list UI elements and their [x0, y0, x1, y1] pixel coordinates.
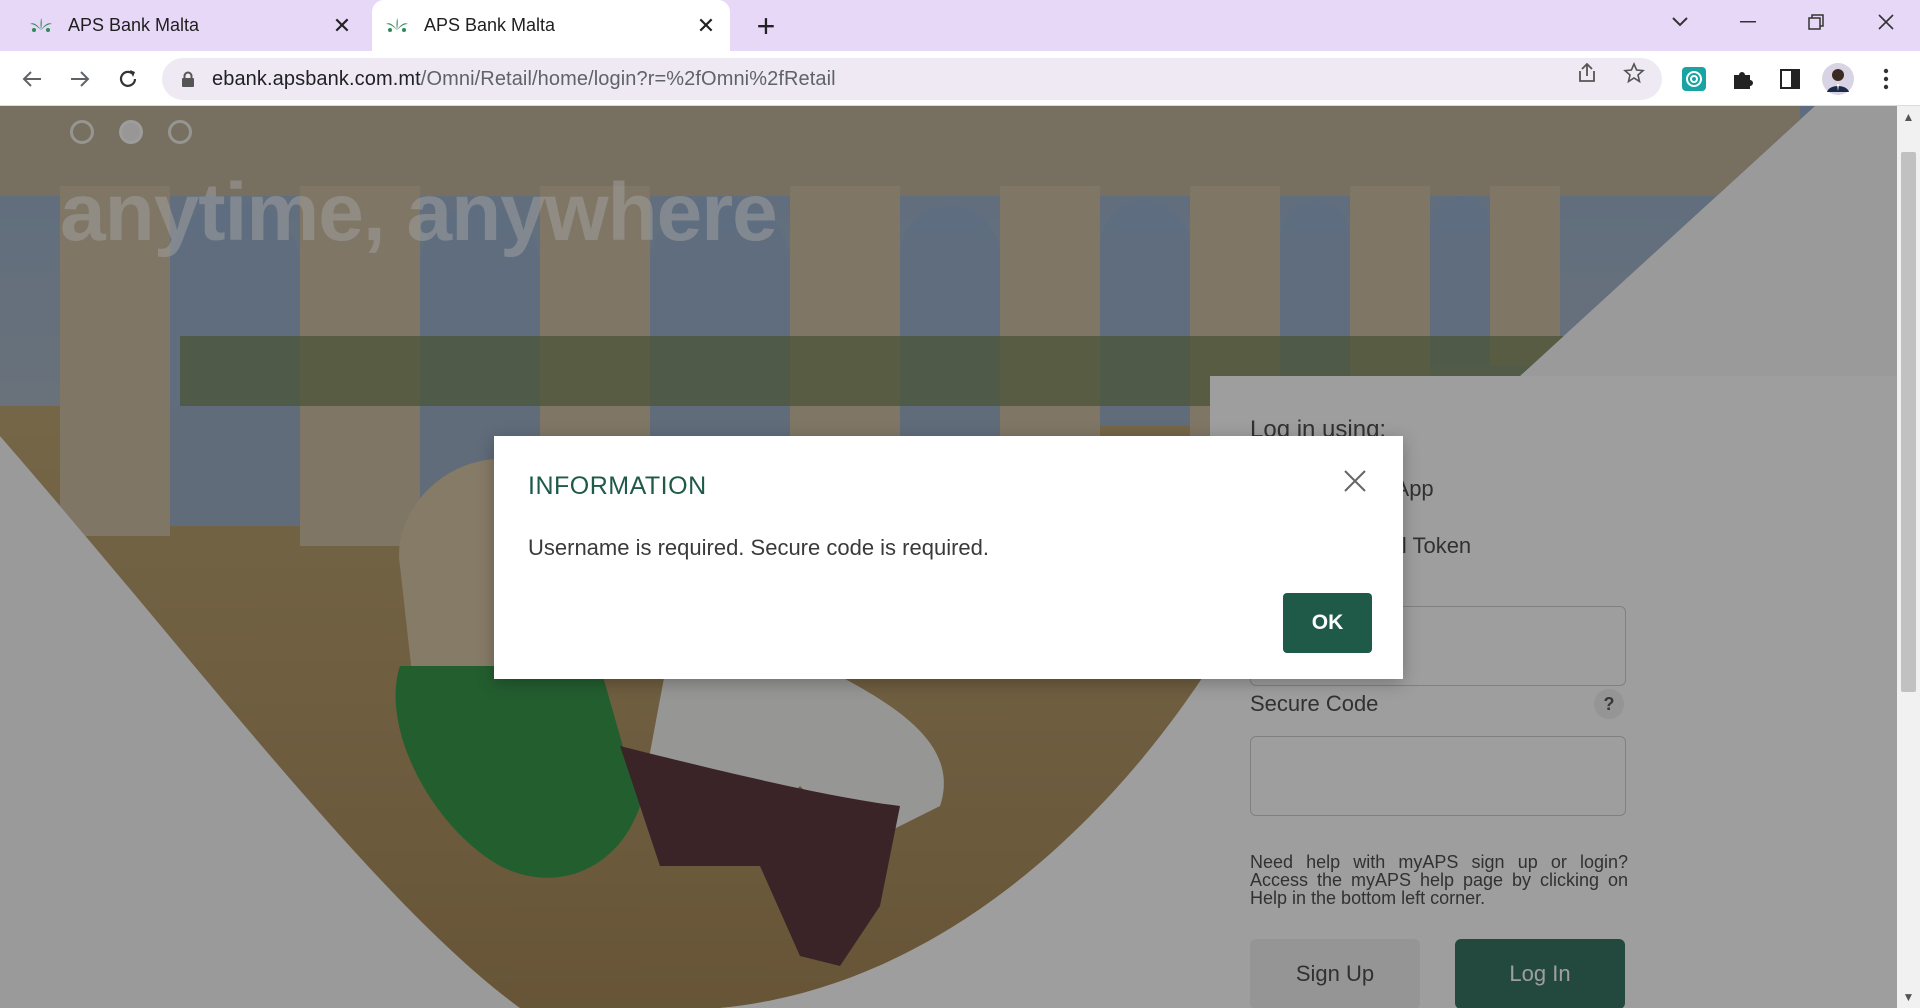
- scroll-down-arrow-icon[interactable]: ▼: [1897, 986, 1920, 1008]
- address-bar[interactable]: ebank.apsbank.com.mt/Omni/Retail/home/lo…: [162, 58, 1662, 100]
- tab-close-icon[interactable]: ✕: [328, 12, 356, 40]
- browser-tab-2[interactable]: APS Bank Malta ✕: [372, 0, 730, 51]
- aps-favicon-icon: [386, 17, 408, 32]
- new-tab-plus-icon[interactable]: +: [748, 8, 784, 44]
- tab-title: APS Bank Malta: [68, 15, 200, 35]
- side-panel-icon[interactable]: [1772, 61, 1808, 97]
- share-icon[interactable]: [1573, 59, 1601, 87]
- scroll-up-arrow-icon[interactable]: ▲: [1897, 106, 1920, 128]
- tab-title: APS Bank Malta: [424, 15, 556, 35]
- close-icon[interactable]: [1340, 466, 1370, 496]
- profile-avatar[interactable]: [1820, 61, 1856, 97]
- back-arrow-icon[interactable]: [14, 61, 50, 97]
- page-scrollbar[interactable]: ▲ ▼: [1897, 106, 1920, 1008]
- scroll-thumb[interactable]: [1901, 152, 1916, 692]
- bookmark-star-icon[interactable]: [1620, 59, 1648, 87]
- aps-favicon-icon: [30, 17, 52, 32]
- dialog-title: INFORMATION: [528, 472, 707, 500]
- tab-search-chevron-icon[interactable]: [1650, 0, 1710, 44]
- browser-menu-icon[interactable]: [1868, 61, 1904, 97]
- minimize-icon[interactable]: [1718, 0, 1778, 44]
- browser-tab-1[interactable]: APS Bank Malta ✕: [16, 0, 366, 51]
- forward-arrow-icon[interactable]: [62, 61, 98, 97]
- ok-button[interactable]: OK: [1283, 593, 1372, 653]
- extension-teal-icon[interactable]: [1676, 61, 1712, 97]
- dialog-message: Username is required. Secure code is req…: [528, 535, 990, 560]
- close-window-icon[interactable]: [1856, 0, 1916, 44]
- lock-icon: [182, 71, 194, 87]
- reload-icon[interactable]: [110, 61, 146, 97]
- information-dialog: INFORMATION Username is required. Secure…: [494, 436, 1403, 679]
- address-url: ebank.apsbank.com.mt/Omni/Retail/home/lo…: [212, 68, 836, 91]
- tab-close-icon[interactable]: ✕: [692, 12, 720, 40]
- tab-strip: APS Bank Malta ✕ APS Bank Malta ✕ +: [0, 0, 1920, 51]
- url-path: /Omni/Retail/home/login?r=%2fOmni%2fReta…: [420, 67, 836, 90]
- restore-icon[interactable]: [1786, 0, 1846, 44]
- browser-toolbar: ebank.apsbank.com.mt/Omni/Retail/home/lo…: [0, 51, 1920, 106]
- extensions-puzzle-icon[interactable]: [1724, 61, 1760, 97]
- url-host: ebank.apsbank.com.mt: [212, 67, 421, 90]
